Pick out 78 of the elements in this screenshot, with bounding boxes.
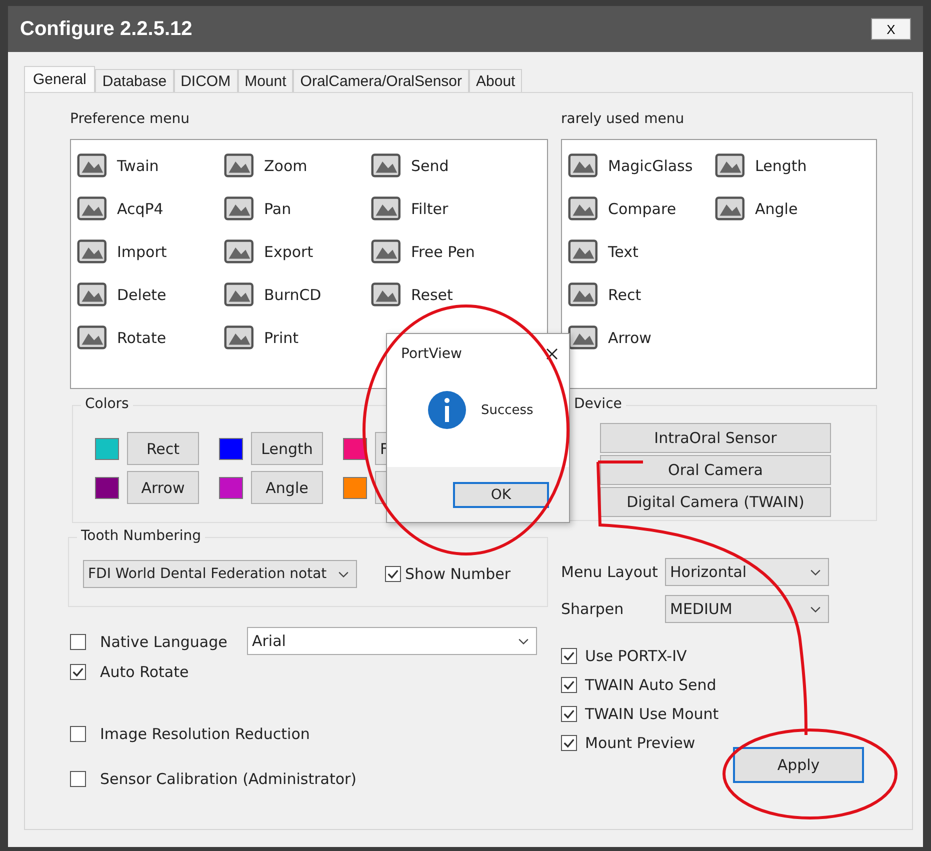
color-swatch[interactable] xyxy=(95,438,119,460)
dialog-title: PortView xyxy=(401,346,462,362)
caret-icon[interactable] xyxy=(810,606,821,612)
menu-item[interactable]: Send xyxy=(411,156,449,174)
checkbox[interactable] xyxy=(561,734,577,750)
checkbox-label: Mount Preview xyxy=(585,734,696,752)
caret-icon[interactable] xyxy=(518,638,529,645)
device-button[interactable]: Oral Camera xyxy=(600,455,831,485)
menu-item[interactable]: Pan xyxy=(264,200,292,218)
color-button[interactable]: Angle xyxy=(251,471,323,504)
font-dropdown[interactable]: Arial xyxy=(247,627,537,655)
color-swatch[interactable] xyxy=(219,438,243,460)
device-button[interactable]: Digital Camera (TWAIN) xyxy=(600,487,831,517)
menu-item[interactable]: AcqP4 xyxy=(117,200,164,218)
window-title: Configure 2.2.5.12 xyxy=(20,18,192,40)
menu-item[interactable]: Print xyxy=(264,328,299,346)
tab[interactable]: OralCamera/OralSensor xyxy=(293,69,470,92)
caret-icon[interactable] xyxy=(810,568,821,576)
checkbox[interactable] xyxy=(561,648,577,664)
checkbox-label: TWAIN Use Mount xyxy=(585,704,719,722)
close-icon[interactable] xyxy=(545,347,559,361)
section-label: Preference menu xyxy=(70,111,190,127)
field-label: Menu Layout xyxy=(561,562,659,580)
menu-item[interactable]: Text xyxy=(608,242,638,260)
checkbox[interactable] xyxy=(385,566,401,582)
menu-item[interactable]: Reset xyxy=(411,286,453,304)
checkbox[interactable] xyxy=(561,706,577,722)
menu-item[interactable]: Twain xyxy=(117,156,159,174)
menu-item[interactable]: Export xyxy=(264,242,314,260)
checkbox-label: Show Number xyxy=(405,565,510,583)
sharpen-dropdown[interactable]: MEDIUM xyxy=(665,594,829,622)
apply-button[interactable]: Apply xyxy=(733,747,864,783)
menu-item[interactable]: Free Pen xyxy=(411,242,475,260)
menu-item[interactable]: Arrow xyxy=(608,328,652,346)
color-button[interactable]: Length xyxy=(251,432,323,465)
menu-item[interactable]: Length xyxy=(755,156,807,174)
menu-item[interactable]: Zoom xyxy=(264,156,308,174)
color-swatch[interactable] xyxy=(95,476,119,498)
color-swatch[interactable] xyxy=(343,476,367,498)
ok-button[interactable]: OK xyxy=(453,482,549,508)
dialog-message: Success xyxy=(481,402,534,418)
group-label: Tooth Numbering xyxy=(77,528,206,544)
menu-item[interactable]: Delete xyxy=(117,286,166,304)
menu-item[interactable]: Angle xyxy=(755,200,798,218)
close-button[interactable]: X xyxy=(871,18,911,40)
info-icon xyxy=(427,390,467,430)
checkbox[interactable] xyxy=(70,634,86,650)
device-button[interactable]: IntraOral Sensor xyxy=(600,423,831,453)
checkbox-label: Image Resolution Reduction xyxy=(100,725,310,743)
checkbox[interactable] xyxy=(561,676,577,692)
tab[interactable]: General xyxy=(24,66,96,92)
field-label: Sharpen xyxy=(561,600,625,618)
menu-item[interactable]: Filter xyxy=(411,200,448,218)
tab[interactable]: DICOM xyxy=(174,69,238,92)
tab[interactable]: Mount xyxy=(238,69,294,92)
menu-item[interactable]: BurnCD xyxy=(264,286,322,304)
section-label: rarely used menu xyxy=(561,111,686,127)
menu-item[interactable]: Rotate xyxy=(117,328,166,346)
checkbox-label: Auto Rotate xyxy=(100,663,189,681)
tab[interactable]: Database xyxy=(95,69,174,92)
menu-item[interactable]: Import xyxy=(117,242,167,260)
checkbox[interactable] xyxy=(70,664,86,680)
color-button[interactable]: Rect xyxy=(127,432,199,465)
color-swatch[interactable] xyxy=(219,476,243,498)
caret-icon[interactable] xyxy=(338,571,349,578)
layout-dropdown[interactable]: Horizontal xyxy=(665,558,829,586)
checkbox-label: Sensor Calibration (Administrator) xyxy=(100,770,357,788)
tab[interactable]: About xyxy=(469,69,522,92)
numbering-dropdown[interactable]: FDI World Dental Federation notat xyxy=(83,560,357,588)
checkbox-label: Use PORTX-IV xyxy=(585,646,687,664)
menu-item[interactable]: Rect xyxy=(608,286,642,304)
menu-item[interactable]: Compare xyxy=(608,200,676,218)
menu-item[interactable]: MagicGlass xyxy=(608,156,693,174)
checkbox[interactable] xyxy=(70,771,86,787)
checkbox-label: Native Language xyxy=(100,633,228,651)
checkbox[interactable] xyxy=(70,726,86,742)
checkbox-label: TWAIN Auto Send xyxy=(585,676,716,694)
color-button[interactable]: Arrow xyxy=(127,471,199,504)
